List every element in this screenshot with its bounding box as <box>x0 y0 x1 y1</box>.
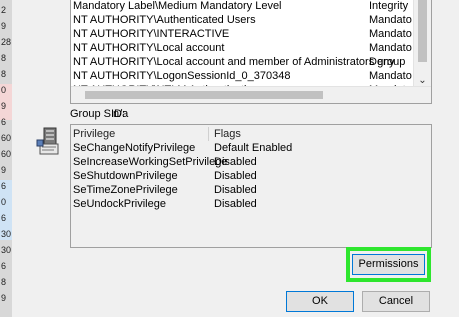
strip-number: 0 <box>1 85 7 95</box>
strip-number: 30 <box>1 229 12 239</box>
privilege-name: SeTimeZonePrivilege <box>73 184 178 196</box>
group-attributes: Integrity <box>369 0 409 12</box>
privilege-column-header[interactable]: Privilege <box>73 127 209 141</box>
group-name: NT AUTHORITY\INTERACTIVE <box>73 28 230 40</box>
group-attributes: Mandato <box>369 42 412 54</box>
strip-number: 8 <box>1 69 7 79</box>
strip-number: 6 <box>1 213 7 223</box>
ok-button[interactable]: OK <box>286 291 354 312</box>
cancel-button[interactable]: Cancel <box>362 291 430 312</box>
privilege-row[interactable]: SeUndockPrivilege Disabled <box>73 197 423 211</box>
strip-number: 28 <box>1 37 12 47</box>
groups-vertical-scroll-thumb[interactable] <box>418 0 427 62</box>
flags-column-header[interactable]: Flags <box>214 127 241 141</box>
privilege-name: SeChangeNotifyPrivilege <box>73 142 196 154</box>
strip-number: 0 <box>1 197 7 207</box>
privilege-flags: Disabled <box>214 184 257 196</box>
privilege-row[interactable]: SeIncreaseWorkingSetPrivilege Disabled <box>73 155 423 169</box>
groups-horizontal-scroll-thumb[interactable] <box>85 91 323 99</box>
group-name: NT AUTHORITY\Local account <box>73 42 225 54</box>
privileges-icon <box>36 127 59 155</box>
group-name: NT AUTHORITY\Authenticated Users <box>73 14 256 26</box>
privilege-row[interactable]: SeChangeNotifyPrivilege Default Enabled <box>73 141 423 155</box>
group-name: NT AUTHORITY\Local account and member of… <box>73 56 406 68</box>
privilege-flags: Disabled <box>214 198 257 210</box>
privilege-flags: Default Enabled <box>214 142 293 154</box>
group-row[interactable]: NT AUTHORITY\INTERACTIVE Mandato <box>73 27 423 42</box>
privilege-name: SeShutdownPrivilege <box>73 170 178 182</box>
group-sid-value: n/a <box>113 108 129 120</box>
group-attributes: Deny <box>369 56 395 68</box>
privilege-name: SeUndockPrivilege <box>73 198 166 210</box>
group-attributes: Mandato <box>369 70 412 82</box>
group-name: Mandatory Label\Medium Mandatory Level <box>73 0 282 12</box>
strip-number: 2 <box>1 5 7 15</box>
strip-number: 6 <box>1 117 7 127</box>
group-row[interactable]: NT AUTHORITY\Local account and member of… <box>73 55 423 70</box>
strip-number: 8 <box>1 277 7 287</box>
group-name: NT AUTHORITY\LogonSessionId_0_370348 <box>73 70 291 82</box>
group-attributes: Mandato <box>369 28 412 40</box>
privilege-row[interactable]: SeTimeZonePrivilege Disabled <box>73 183 423 197</box>
strip-number: 8 <box>1 53 7 63</box>
privilege-flags: Disabled <box>214 156 257 168</box>
privilege-flags: Disabled <box>214 170 257 182</box>
privileges-list[interactable]: Privilege Flags SeChangeNotifyPrivilege D… <box>70 124 432 248</box>
groups-vertical-scrollbar[interactable]: ⌄ <box>413 0 431 88</box>
group-attributes: Mandato <box>369 14 412 26</box>
privilege-name: SeIncreaseWorkingSetPrivilege <box>73 156 228 168</box>
group-row[interactable]: NT AUTHORITY\LogonSessionId_0_370348 Mand… <box>73 69 423 84</box>
strip-number: 9 <box>1 21 7 31</box>
strip-number: 9 <box>1 165 7 175</box>
group-row[interactable]: NT AUTHORITY\Authenticated Users Mandato <box>73 13 423 28</box>
strip-number: 9 <box>1 101 7 111</box>
groups-horizontal-scrollbar[interactable] <box>71 86 431 103</box>
strip-number: 6 <box>1 261 7 271</box>
strip-number: 60 <box>1 149 12 159</box>
strip-number: 30 <box>1 245 12 255</box>
permissions-button[interactable]: Permissions <box>352 254 425 275</box>
group-row[interactable]: NT AUTHORITY\Local account Mandato <box>73 41 423 56</box>
background-window-strip: 2 9 28 8 8 0 9 6 60 60 9 6 0 6 30 30 6 8 9 <box>0 0 12 317</box>
strip-number: 60 <box>1 133 12 143</box>
group-row[interactable]: Mandatory Label\Medium Mandatory Level In… <box>73 0 423 14</box>
groups-list[interactable]: NT AUTHORITY\NTLM AuthenticationMandatoN… <box>70 0 432 104</box>
privilege-row[interactable]: SeShutdownPrivilege Disabled <box>73 169 423 183</box>
scroll-down-arrow-icon[interactable]: ⌄ <box>414 75 431 86</box>
token-properties-dialog: NT AUTHORITY\NTLM AuthenticationMandatoN… <box>12 0 459 317</box>
strip-number: 6 <box>1 181 7 191</box>
strip-number: 9 <box>1 293 7 303</box>
